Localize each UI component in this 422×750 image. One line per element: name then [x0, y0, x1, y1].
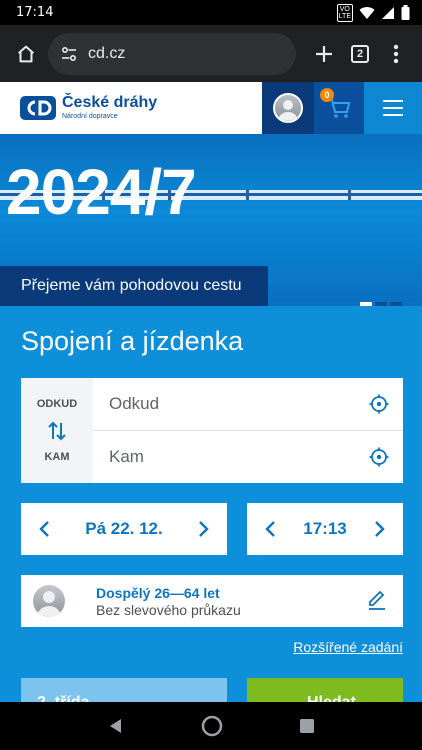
from-input[interactable]: [109, 389, 339, 419]
passenger-discount: Bez slevového průkazu: [96, 602, 241, 618]
status-time: 17:14: [16, 5, 54, 20]
menu-icon: [383, 100, 403, 116]
avatar: [273, 93, 303, 123]
chevron-left-icon[interactable]: [261, 519, 281, 539]
volte-icon: VO LTE: [336, 3, 353, 22]
panel-title: Spojení a jízdenka: [21, 326, 244, 356]
brand-name: České dráhy: [62, 93, 158, 111]
hero-caption: Přejeme vám pohodovou cestu: [0, 266, 268, 306]
chevron-left-icon[interactable]: [35, 519, 55, 539]
browser-toolbar: cd.cz 2: [0, 25, 422, 82]
locate-to-icon[interactable]: [369, 447, 389, 467]
time-selector: 17:13: [247, 503, 403, 555]
locate-from-icon[interactable]: [369, 394, 389, 414]
status-icons: VO LTE: [336, 3, 410, 22]
connection-search-panel: Spojení a jízdenka ODKUD KAM Pá 22. 12.: [0, 306, 422, 711]
home-circle-icon[interactable]: [200, 714, 224, 738]
time-value[interactable]: 17:13: [303, 519, 346, 539]
cart-button[interactable]: 0: [314, 82, 364, 134]
date-value[interactable]: Pá 22. 12.: [85, 519, 163, 539]
more-vert-icon: [393, 44, 399, 63]
advanced-search-link[interactable]: Rozšířené zadání: [293, 639, 403, 655]
recents-icon[interactable]: [299, 718, 315, 734]
system-nav-bar: [0, 702, 422, 750]
home-button[interactable]: [8, 36, 44, 72]
cd-logo-icon: [20, 96, 56, 120]
cart-count-badge: 0: [320, 88, 334, 102]
plus-icon: [316, 45, 332, 62]
passenger-avatar: [33, 585, 65, 617]
brand-tagline: Národní dopravce: [62, 112, 118, 120]
signal-icon: [382, 6, 394, 19]
hero-year: 2024/7: [6, 156, 197, 228]
status-bar: 17:14 VO LTE: [0, 0, 422, 25]
brand-text: České dráhy Národní dopravce: [62, 93, 158, 122]
passenger-type: Dospělý 26—64 let: [96, 585, 220, 601]
user-silhouette-icon: [278, 100, 298, 121]
site-logo[interactable]: České dráhy Národní dopravce: [0, 82, 262, 134]
passenger-card[interactable]: Dospělý 26—64 let Bez slevového průkazu: [21, 575, 403, 627]
hero-banner[interactable]: 2024/7 Přejeme vám pohodovou cestu: [0, 134, 422, 306]
wifi-icon: [359, 6, 375, 19]
battery-icon: [401, 5, 410, 20]
to-input[interactable]: [109, 442, 339, 472]
user-silhouette-icon: [37, 591, 61, 617]
browser-menu-button[interactable]: [378, 36, 414, 72]
from-label: ODKUD: [36, 398, 78, 410]
route-labels: ODKUD KAM: [21, 378, 93, 483]
tab-count: 2: [351, 44, 369, 63]
route-card: ODKUD KAM: [21, 378, 403, 483]
chevron-right-icon[interactable]: [369, 519, 389, 539]
site-header: České dráhy Národní dopravce 0: [0, 82, 422, 134]
route-divider: [93, 430, 403, 431]
hamburger-menu-button[interactable]: [364, 82, 422, 134]
url-text: cd.cz: [88, 44, 126, 62]
date-selector: Pá 22. 12.: [21, 503, 227, 555]
address-bar[interactable]: cd.cz: [48, 32, 296, 75]
new-tab-button[interactable]: [306, 36, 342, 72]
site-settings-icon[interactable]: [60, 45, 78, 63]
edit-pencil-icon[interactable]: [367, 589, 387, 611]
home-icon: [18, 45, 34, 62]
chevron-right-icon[interactable]: [193, 519, 213, 539]
to-label: KAM: [44, 451, 70, 463]
tab-switcher-button[interactable]: 2: [342, 36, 378, 72]
account-button[interactable]: [262, 82, 314, 134]
swap-direction-icon[interactable]: [45, 419, 69, 443]
back-icon[interactable]: [107, 717, 125, 735]
